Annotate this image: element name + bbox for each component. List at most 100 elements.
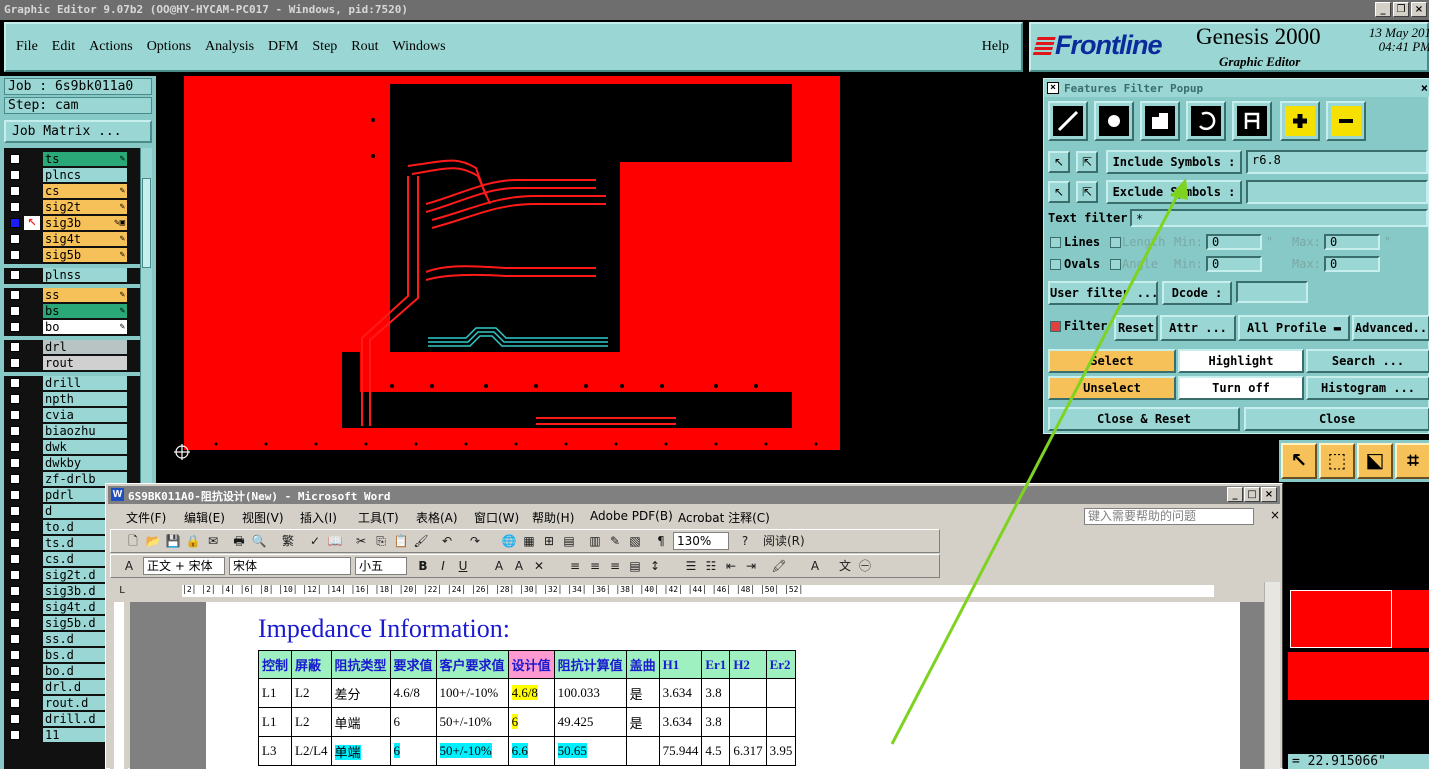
- char-scale-icon[interactable]: ✕: [531, 558, 547, 574]
- word-menu-window[interactable]: 窗口(W): [474, 509, 519, 526]
- save-icon[interactable]: 💾: [165, 533, 181, 549]
- layer-checkbox[interactable]: [10, 290, 20, 300]
- text-filter-input[interactable]: *: [1130, 209, 1428, 227]
- layer-checkbox[interactable]: [10, 394, 20, 404]
- layer-checkbox[interactable]: [10, 506, 20, 516]
- table-header-cell[interactable]: 阻抗计算值: [553, 650, 627, 679]
- zoom-dropdown[interactable]: 130%: [673, 532, 729, 550]
- table-cell[interactable]: 3.634: [658, 678, 703, 708]
- table-cell[interactable]: L1: [257, 707, 293, 737]
- unselect-button[interactable]: Unselect: [1048, 376, 1176, 400]
- layer-name[interactable]: sig2t ✎: [43, 200, 127, 214]
- layer-checkbox[interactable]: [10, 634, 20, 644]
- layer-checkbox[interactable]: [10, 250, 20, 260]
- menu-rout[interactable]: Rout: [351, 39, 378, 55]
- layer-checkbox[interactable]: [10, 458, 20, 468]
- ovals-checkbox[interactable]: [1050, 259, 1061, 270]
- print-icon[interactable]: 🖶: [231, 533, 247, 549]
- layer-row[interactable]: ss ✎: [6, 288, 127, 302]
- include-pick-arrow2-icon[interactable]: ⇱: [1076, 151, 1098, 173]
- layer-row[interactable]: ts ✎: [6, 152, 127, 166]
- layer-checkbox[interactable]: [10, 714, 20, 724]
- highlight-button[interactable]: Highlight: [1178, 349, 1304, 373]
- profile-dropdown[interactable]: All Profile ▬: [1238, 315, 1350, 341]
- angle-checkbox[interactable]: [1110, 259, 1121, 270]
- table-header-cell[interactable]: 要求值: [389, 650, 437, 679]
- table-cell[interactable]: L2: [291, 707, 332, 737]
- layer-row[interactable]: bo ✎: [6, 320, 127, 334]
- table-cell[interactable]: 100+/-10%: [435, 678, 509, 708]
- layer-row[interactable]: dwkby: [6, 456, 127, 470]
- dcode-input[interactable]: [1236, 281, 1308, 303]
- dcode-button[interactable]: Dcode :: [1162, 281, 1232, 305]
- lines-checkbox[interactable]: [1050, 237, 1061, 248]
- table-header-cell[interactable]: 盖曲: [625, 650, 660, 679]
- layer-row[interactable]: cvia: [6, 408, 127, 422]
- layer-checkbox[interactable]: [10, 378, 20, 388]
- layer-row[interactable]: cs ✎: [6, 184, 127, 198]
- layer-scroll-thumb[interactable]: [142, 178, 151, 268]
- layer-name[interactable]: ts ✎: [43, 152, 127, 166]
- impedance-table[interactable]: 控制 屏蔽 阻抗类型 要求值 客户要求值 设计值 阻抗计算值 盖曲 H1 Er1 H2 Er2 L1 L…: [257, 650, 797, 766]
- font-color-icon[interactable]: A: [807, 558, 823, 574]
- pad-type-button[interactable]: [1094, 101, 1134, 141]
- include-symbols-input[interactable]: r6.8: [1246, 150, 1428, 174]
- layer-checkbox[interactable]: [10, 170, 20, 180]
- menu-help[interactable]: Help: [982, 39, 1009, 55]
- table-header-cell[interactable]: 控制: [257, 650, 293, 679]
- positive-polarity-button[interactable]: [1280, 101, 1320, 141]
- word-menu-insert[interactable]: 插入(I): [300, 509, 337, 526]
- table-cell[interactable]: 6: [389, 736, 437, 766]
- table-header-cell[interactable]: 设计值: [507, 650, 555, 679]
- layer-checkbox[interactable]: [10, 270, 20, 280]
- table-cell[interactable]: 50+/-10%: [435, 736, 509, 766]
- search-button[interactable]: Search ...: [1306, 349, 1429, 373]
- select-tool-icon[interactable]: ⬚: [1319, 443, 1355, 479]
- table-cell[interactable]: 6: [507, 707, 555, 737]
- table-cell[interactable]: 3.8: [701, 707, 731, 737]
- layer-name[interactable]: plncs: [43, 168, 127, 182]
- table-header-cell[interactable]: Er2: [765, 650, 797, 679]
- exclude-symbols-button[interactable]: Exclude Symbols :: [1106, 180, 1242, 204]
- layer-name[interactable]: sig3b ✎▣: [43, 216, 127, 230]
- email-icon[interactable]: ✉: [205, 533, 221, 549]
- word-close-button[interactable]: ×: [1261, 487, 1277, 502]
- increase-indent-icon[interactable]: ⇥: [743, 558, 759, 574]
- exclude-pick-arrow-icon[interactable]: ↖: [1048, 181, 1070, 203]
- table-cell[interactable]: L1: [257, 678, 293, 708]
- layer-name[interactable]: sig4t ✎: [43, 232, 127, 246]
- research-icon[interactable]: 📖: [327, 533, 343, 549]
- length-min-input[interactable]: 0: [1206, 234, 1262, 250]
- job-matrix-button[interactable]: Job Matrix ...: [4, 120, 152, 143]
- document-page[interactable]: Impedance Information: 控制 屏蔽 阻抗类型 要求值 客户要求值设…: [206, 602, 1240, 769]
- table-cell[interactable]: 3.634: [658, 707, 703, 737]
- layer-name[interactable]: drl: [43, 340, 127, 354]
- word-menu-adobe-pdf[interactable]: Adobe PDF(B): [590, 509, 673, 523]
- table-cell[interactable]: 50.65: [553, 736, 627, 766]
- layer-name[interactable]: rout: [43, 356, 127, 370]
- layer-row[interactable]: drl: [6, 340, 127, 354]
- style-dropdown[interactable]: 正文 + 宋体: [143, 557, 225, 575]
- table-cell[interactable]: 4.5: [701, 736, 731, 766]
- table-cell[interactable]: [765, 707, 797, 737]
- layer-name[interactable]: biaozhu: [43, 424, 127, 438]
- table-row[interactable]: L1 L2 单端 6 50+/-10% 6 49.425 是 3.634 3.8: [257, 707, 797, 737]
- layer-checkbox[interactable]: [10, 322, 20, 332]
- decrease-indent-icon[interactable]: ⇤: [723, 558, 739, 574]
- table-row[interactable]: L3 L2/L4 单端 6 50+/-10% 6.6 50.65 75.944 4.5 6.317…: [257, 736, 797, 766]
- menu-file[interactable]: File: [16, 39, 38, 55]
- table-cell[interactable]: 100.033: [553, 678, 627, 708]
- angle-max-input[interactable]: 0: [1324, 256, 1380, 272]
- word-menu-file[interactable]: 文件(F): [126, 509, 166, 526]
- layer-name[interactable]: drill: [43, 376, 127, 390]
- styles-icon[interactable]: A: [121, 558, 137, 574]
- traditional-chinese-button[interactable]: 繁: [277, 533, 299, 549]
- layer-checkbox[interactable]: [10, 538, 20, 548]
- table-cell[interactable]: 是: [625, 707, 660, 737]
- table-row[interactable]: L1 L2 差分 4.6/8 100+/-10% 4.6/8 100.033 是 3.634 3.…: [257, 678, 797, 708]
- layer-checkbox[interactable]: [10, 730, 20, 740]
- table-cell[interactable]: [729, 707, 767, 737]
- table-header-cell[interactable]: 阻抗类型: [330, 650, 391, 679]
- layer-name[interactable]: plnss: [43, 268, 127, 282]
- layer-row[interactable]: sig4t ✎: [6, 232, 127, 246]
